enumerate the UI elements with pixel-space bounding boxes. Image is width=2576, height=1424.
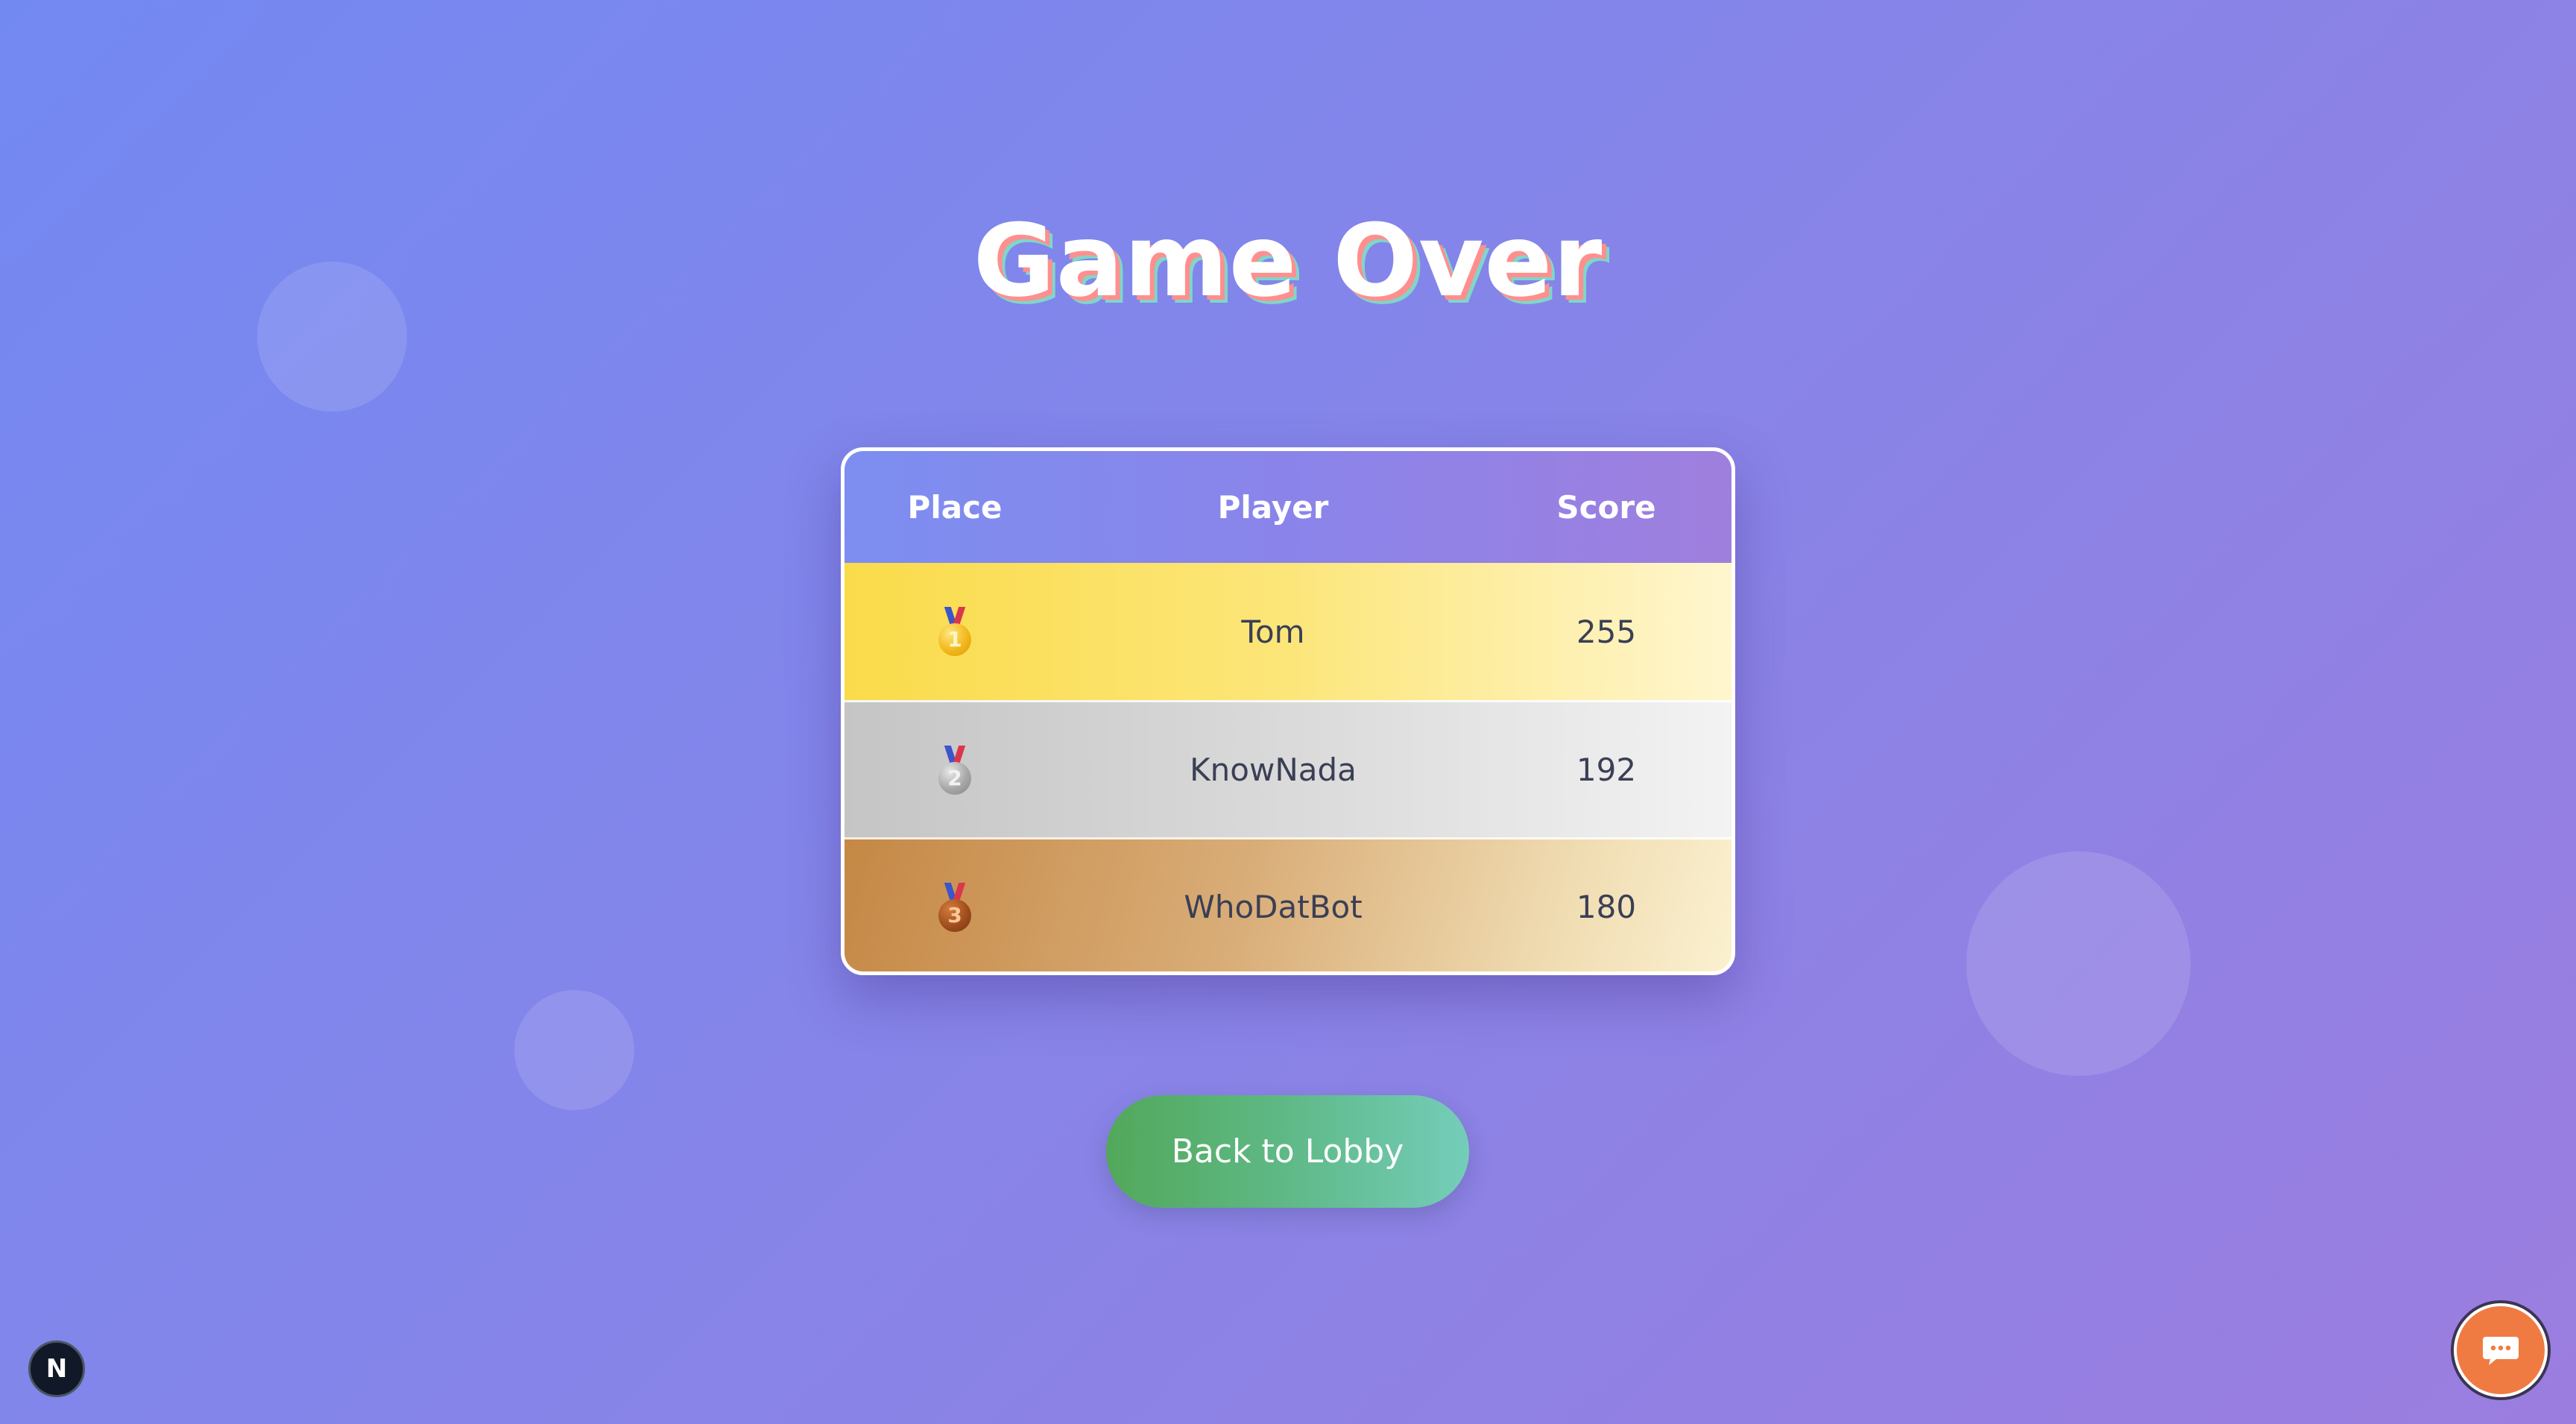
dev-badge-letter: N [45, 1354, 68, 1384]
page-title: Game Over [973, 203, 1603, 319]
table-row: 3 WhoDatBot 180 [845, 837, 1731, 971]
player-score: 180 [1576, 889, 1637, 925]
player-score: 192 [1576, 752, 1637, 788]
leaderboard-table: Place Player Score 1 Tom 255 2 KnowNada … [841, 447, 1735, 975]
chat-bubble-icon [2483, 1337, 2519, 1365]
decorative-bubble [514, 990, 634, 1110]
table-header: Place Player Score [845, 451, 1731, 563]
place-cell: 3 [845, 882, 1065, 932]
player-name: KnowNada [1190, 752, 1357, 788]
place-cell: 2 [845, 745, 1065, 795]
player-name: Tom [1241, 613, 1305, 650]
header-place: Place [907, 488, 1003, 526]
chat-button[interactable] [2454, 1303, 2548, 1397]
bronze-medal-icon: 3 [938, 882, 971, 932]
place-number: 3 [938, 898, 971, 932]
back-to-lobby-button[interactable]: Back to Lobby [1106, 1095, 1469, 1208]
place-number: 2 [938, 761, 971, 795]
gold-medal-icon: 1 [938, 607, 971, 656]
header-player: Player [1217, 488, 1329, 526]
decorative-bubble [1966, 851, 2191, 1076]
table-row: 2 KnowNada 192 [845, 700, 1731, 837]
place-number: 1 [938, 623, 971, 656]
place-cell: 1 [845, 607, 1065, 656]
table-row: 1 Tom 255 [845, 563, 1731, 700]
dev-tools-badge[interactable]: N [28, 1340, 85, 1397]
header-score: Score [1556, 488, 1656, 526]
player-score: 255 [1576, 613, 1637, 650]
silver-medal-icon: 2 [938, 745, 971, 795]
player-name: WhoDatBot [1184, 889, 1363, 925]
